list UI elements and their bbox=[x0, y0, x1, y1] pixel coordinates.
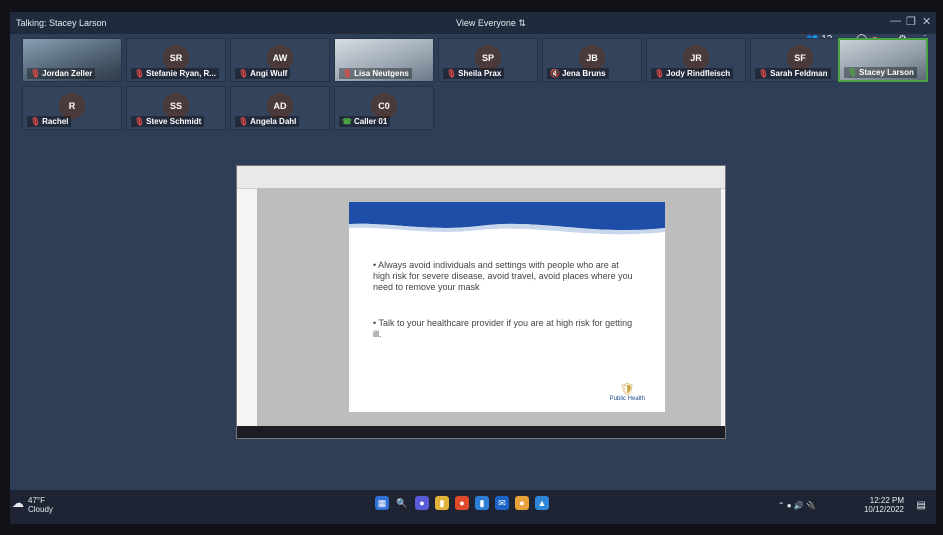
screen-share: • Always avoid individuals and settings … bbox=[236, 165, 726, 439]
chevron-updown-icon: ⇅ bbox=[518, 18, 526, 28]
muted-icon: 🎙 bbox=[446, 69, 457, 78]
cloud-icon: ☁ bbox=[12, 496, 24, 510]
muted-icon: 🎙 bbox=[134, 117, 145, 126]
participant-name: 🎙 Steve Schmidt bbox=[131, 116, 205, 127]
store-icon[interactable]: ▮ bbox=[475, 496, 489, 510]
clock[interactable]: 12:22 PM 10/12/2022 bbox=[864, 496, 904, 514]
participant-name: 🎙 Jordan Zeller bbox=[27, 68, 96, 79]
system-tray[interactable]: ⌃ ● 🔊 🔌 bbox=[778, 501, 816, 510]
participant-name: 🎙 Sarah Feldman bbox=[755, 68, 831, 79]
muted-icon: 🎙 bbox=[238, 69, 249, 78]
participant-name: 🎙 Stacey Larson bbox=[844, 67, 917, 78]
outlook-icon[interactable]: ✉ bbox=[495, 496, 509, 510]
slide-bullet: • Always avoid individuals and settings … bbox=[373, 260, 633, 292]
muted-icon: 🎙 bbox=[342, 69, 353, 78]
slide: • Always avoid individuals and settings … bbox=[349, 202, 665, 412]
view-label: View Everyone bbox=[456, 18, 516, 28]
temperature: 47°F bbox=[28, 496, 45, 505]
participant-name: 🎙 Angi Wulf bbox=[235, 68, 291, 79]
participant-tile[interactable]: JB 🔇 Jena Bruns bbox=[542, 38, 642, 82]
participant-tile[interactable]: R 🎙 Rachel bbox=[22, 86, 122, 130]
participant-name: 🎙 Rachel bbox=[27, 116, 72, 127]
muted-icon: 🎙 bbox=[238, 117, 249, 126]
participant-tile[interactable]: AD 🎙 Angela Dahl bbox=[230, 86, 330, 130]
view-dropdown[interactable]: View Everyone ⇅ bbox=[456, 18, 526, 29]
photos-icon[interactable]: ▲ bbox=[535, 496, 549, 510]
participant-tile[interactable]: SP 🎙 Sheila Prax bbox=[438, 38, 538, 82]
windows-taskbar: ☁ 47°F Cloudy ▦ 🔍 ● ▮ ● ▮ ✉ ● ▲ ⌃ ● 🔊 🔌 … bbox=[10, 490, 936, 524]
talking-indicator: Talking: Stacey Larson bbox=[16, 18, 107, 28]
muted-icon: 🎙 bbox=[30, 69, 41, 78]
search-icon[interactable]: 🔍 bbox=[395, 496, 409, 510]
participant-name: 🎙 Stefanie Ryan, R... bbox=[131, 68, 219, 79]
chat-app-icon[interactable]: ● bbox=[415, 496, 429, 510]
mic-icon: 🎙 bbox=[847, 68, 858, 77]
participant-name: 🎙 Lisa Neutgens bbox=[339, 68, 412, 79]
date: 10/12/2022 bbox=[863, 505, 904, 514]
file-explorer-icon[interactable]: ▮ bbox=[435, 496, 449, 510]
monitor-frame: Talking: Stacey Larson View Everyone ⇅ —… bbox=[0, 0, 943, 535]
participant-tile[interactable]: 🎙 Lisa Neutgens bbox=[334, 38, 434, 82]
chrome-icon[interactable]: ● bbox=[455, 496, 469, 510]
speaker-muted-icon: 🔇 bbox=[550, 69, 560, 78]
screen: Talking: Stacey Larson View Everyone ⇅ —… bbox=[10, 12, 936, 524]
weather-widget[interactable]: ☁ 47°F Cloudy bbox=[12, 496, 53, 514]
app-icon[interactable]: ● bbox=[515, 496, 529, 510]
participant-tile[interactable]: 🎙 Jordan Zeller bbox=[22, 38, 122, 82]
participant-name: 🎙 Jody Rindfleisch bbox=[651, 68, 734, 79]
shared-taskbar bbox=[237, 426, 725, 438]
meeting-titlebar: Talking: Stacey Larson View Everyone ⇅ —… bbox=[10, 12, 936, 34]
participant-tile[interactable]: SR 🎙 Stefanie Ryan, R... bbox=[126, 38, 226, 82]
participant-name: 🎙 Angela Dahl bbox=[235, 116, 300, 127]
shield-icon: 🛡 bbox=[619, 382, 635, 396]
participant-name: 🔇 Jena Bruns bbox=[547, 68, 609, 79]
muted-icon: 🎙 bbox=[758, 69, 769, 78]
slide-bullet: • Talk to your healthcare provider if yo… bbox=[373, 318, 633, 339]
participant-tile[interactable]: SS 🎙 Steve Schmidt bbox=[126, 86, 226, 130]
participant-tile[interactable]: SF 🎙 Sarah Feldman bbox=[750, 38, 850, 82]
public-health-logo: 🛡 Public Health bbox=[609, 382, 645, 402]
slide-header-wave bbox=[349, 202, 665, 235]
participant-tile[interactable]: JR 🎙 Jody Rindfleisch bbox=[646, 38, 746, 82]
participant-tile[interactable]: C0 ☎ Caller 01 bbox=[334, 86, 434, 130]
weather-condition: Cloudy bbox=[28, 505, 53, 514]
participant-name: ☎ Caller 01 bbox=[339, 116, 391, 127]
minimize-icon[interactable]: — bbox=[890, 15, 901, 27]
muted-icon: 🎙 bbox=[134, 69, 145, 78]
participant-tile[interactable]: AW 🎙 Angi Wulf bbox=[230, 38, 330, 82]
start-icon[interactable]: ▦ bbox=[375, 496, 389, 510]
muted-icon: 🎙 bbox=[654, 69, 665, 78]
muted-icon: 🎙 bbox=[30, 117, 41, 126]
slide-canvas: • Always avoid individuals and settings … bbox=[257, 188, 721, 428]
notification-icon[interactable]: ▤ bbox=[917, 500, 926, 511]
phone-icon: ☎ bbox=[342, 117, 352, 126]
time: 12:22 PM bbox=[869, 496, 904, 505]
close-icon[interactable]: ✕ bbox=[922, 15, 931, 28]
participant-tile-active[interactable]: 🎙 Stacey Larson bbox=[838, 38, 928, 82]
restore-icon[interactable]: ❐ bbox=[906, 15, 916, 28]
presentation-toolbar bbox=[237, 166, 725, 189]
participant-name: 🎙 Sheila Prax bbox=[443, 68, 505, 79]
participant-gallery: 🎙 Jordan Zeller SR 🎙 Stefanie Ryan, R... A… bbox=[22, 38, 932, 168]
